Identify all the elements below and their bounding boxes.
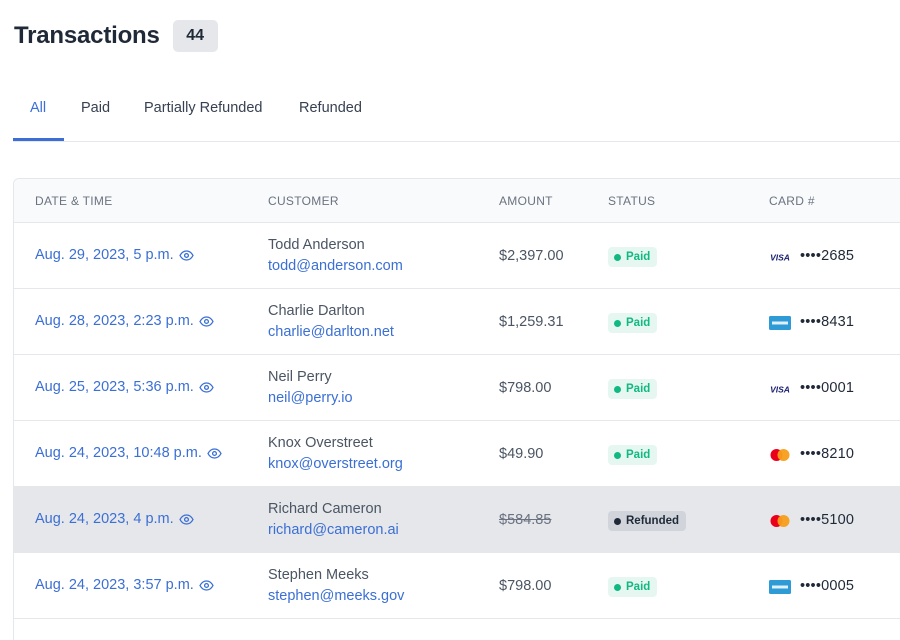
customer-name: Knox Overstreet: [268, 435, 373, 451]
mastercard-card-icon: [769, 514, 791, 528]
tab-refunded[interactable]: Refunded: [299, 90, 362, 142]
transaction-date-link[interactable]: Aug. 25, 2023, 5:36 p.m.: [35, 379, 214, 395]
transaction-amount: $1,259.31: [499, 314, 564, 330]
transaction-date-link[interactable]: Aug. 28, 2023, 2:23 p.m.: [35, 313, 214, 329]
eye-icon: [194, 579, 214, 591]
column-header-date: Date & Time: [35, 194, 113, 208]
transaction-date: Aug. 24, 2023, 10:48 p.m.: [35, 445, 202, 461]
transaction-date: Aug. 25, 2023, 5:36 p.m.: [35, 379, 194, 395]
column-header-amount: Amount: [499, 194, 553, 208]
mastercard-card-icon: [769, 448, 791, 462]
status-dot-icon: [614, 385, 621, 393]
column-header-customer: Customer: [268, 194, 339, 208]
transaction-count-badge: 44: [172, 20, 218, 52]
tab-all[interactable]: All: [30, 90, 46, 142]
transaction-amount: $584.85: [499, 512, 552, 528]
transaction-date: Aug. 28, 2023, 2:23 p.m.: [35, 313, 194, 329]
customer-email-link[interactable]: charlie@darlton.net: [268, 324, 394, 340]
status-label: Paid: [626, 581, 651, 593]
visa-card-icon: VISA: [769, 382, 791, 396]
transaction-date-link[interactable]: Aug. 24, 2023, 10:48 p.m.: [35, 445, 222, 461]
card-number: ••••5100: [800, 512, 855, 528]
tab-partially-refunded[interactable]: Partially Refunded: [144, 90, 263, 142]
customer-name: Richard Cameron: [268, 501, 382, 517]
status-dot-icon: [614, 253, 621, 261]
svg-text:VISA: VISA: [770, 253, 790, 263]
transaction-amount: $798.00: [499, 380, 552, 396]
status-label: Refunded: [626, 515, 680, 527]
eye-icon: [174, 513, 194, 525]
transaction-amount: $2,397.00: [499, 248, 564, 264]
customer-email-link[interactable]: richard@cameron.ai: [268, 522, 399, 538]
customer-name: Charlie Darlton: [268, 303, 365, 319]
eye-icon: [194, 315, 214, 327]
transaction-date: Aug. 24, 2023, 4 p.m.: [35, 511, 174, 527]
table-row[interactable]: Aug. 25, 2023, 5:36 p.m. Neil Perry neil@p…: [14, 355, 900, 421]
customer-email-link[interactable]: stephen@meeks.gov: [268, 588, 404, 604]
active-tab-indicator: [13, 138, 64, 141]
card-number: ••••0005: [800, 578, 855, 594]
eye-icon: [174, 249, 194, 261]
card-number: ••••8210: [800, 446, 855, 462]
table-row[interactable]: Aug. 28, 2023, 2:23 p.m. Charlie Darlton c…: [14, 289, 900, 355]
status-badge: Refunded: [608, 511, 687, 531]
card-number: ••••8431: [800, 314, 855, 330]
customer-name: Todd Anderson: [268, 237, 365, 253]
column-header-card: Card #: [769, 194, 815, 208]
filter-tabs: All Paid Partially Refunded Refunded: [13, 90, 900, 142]
status-badge: Paid: [608, 247, 658, 267]
transactions-table: Date & Time Customer Amount Status Card …: [13, 178, 900, 640]
tab-paid[interactable]: Paid: [81, 90, 110, 142]
svg-text:VISA: VISA: [770, 385, 790, 395]
page-title: Transactions: [14, 22, 160, 49]
amex-card-icon: [769, 316, 791, 330]
page-header: Transactions 44: [14, 20, 218, 52]
status-dot-icon: [614, 319, 621, 327]
card-number: ••••0001: [800, 380, 855, 396]
table-row[interactable]: Aug. 24, 2023, 3:57 p.m. Stephen Meeks ste…: [14, 553, 900, 619]
table-header: Date & Time Customer Amount Status Card …: [14, 179, 900, 223]
visa-card-icon: VISA: [769, 250, 791, 264]
column-header-status: Status: [608, 194, 656, 208]
card-number: ••••2685: [800, 248, 855, 264]
transaction-date-link[interactable]: Aug. 24, 2023, 4 p.m.: [35, 511, 194, 527]
status-badge: Paid: [608, 577, 658, 597]
customer-name: Stephen Meeks: [268, 567, 369, 583]
status-badge: Paid: [608, 379, 658, 399]
transaction-date-link[interactable]: Aug. 29, 2023, 5 p.m.: [35, 247, 194, 263]
table-row[interactable]: Aug. 24, 2023, 10:48 p.m. Knox Overstreet…: [14, 421, 900, 487]
customer-email-link[interactable]: knox@overstreet.org: [268, 456, 403, 472]
status-label: Paid: [626, 251, 651, 263]
eye-icon: [194, 381, 214, 393]
transaction-amount: $798.00: [499, 578, 552, 594]
status-dot-icon: [614, 451, 621, 459]
transaction-date-link[interactable]: Aug. 24, 2023, 3:57 p.m.: [35, 577, 214, 593]
transactions-page: Transactions 44 All Paid Partially Refun…: [0, 0, 900, 640]
status-label: Paid: [626, 317, 651, 329]
transaction-date: Aug. 24, 2023, 3:57 p.m.: [35, 577, 194, 593]
table-row[interactable]: Aug. 29, 2023, 5 p.m. Todd Anderson todd@a…: [14, 223, 900, 289]
table-row[interactable]: Aug. 24, 2023, 4 p.m. Richard Cameron rich…: [14, 487, 900, 553]
status-label: Paid: [626, 449, 651, 461]
customer-email-link[interactable]: neil@perry.io: [268, 390, 353, 406]
customer-email-link[interactable]: todd@anderson.com: [268, 258, 403, 274]
status-badge: Paid: [608, 445, 658, 465]
status-dot-icon: [614, 517, 621, 525]
amex-card-icon: [769, 580, 791, 594]
transaction-date: Aug. 29, 2023, 5 p.m.: [35, 247, 174, 263]
eye-icon: [202, 447, 222, 459]
status-badge: Paid: [608, 313, 658, 333]
customer-name: Neil Perry: [268, 369, 332, 385]
status-label: Paid: [626, 383, 651, 395]
transaction-amount: $49.90: [499, 446, 544, 462]
status-dot-icon: [614, 583, 621, 591]
